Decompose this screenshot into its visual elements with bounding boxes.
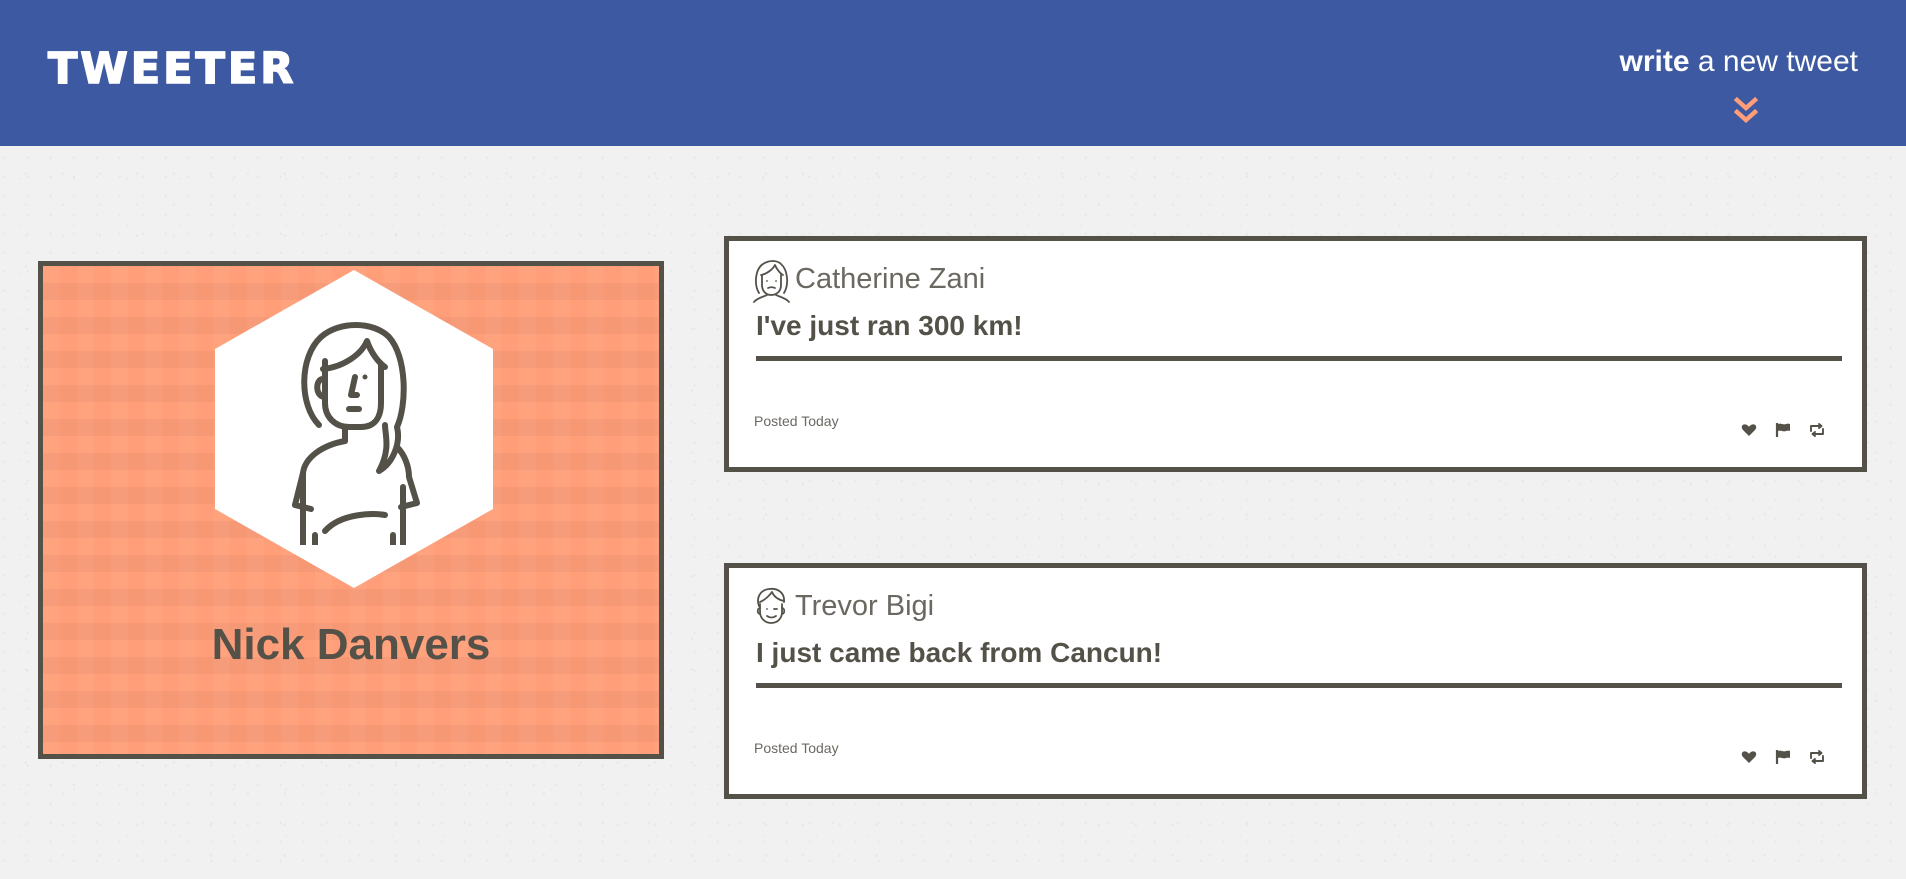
tweet-actions bbox=[1740, 421, 1826, 439]
tweet-author-name[interactable]: Catherine Zani bbox=[795, 260, 985, 298]
tweet-text: I just came back from Cancun! bbox=[756, 637, 1163, 668]
tweet-card: Trevor Bigi I just came back from Cancun… bbox=[724, 563, 1867, 799]
tweet-divider bbox=[756, 683, 1842, 688]
flag-icon[interactable] bbox=[1774, 421, 1792, 439]
profile-card: Nick Danvers bbox=[38, 261, 664, 759]
profile-avatar-container bbox=[215, 270, 493, 588]
tweet-timestamp: Posted Today bbox=[754, 740, 839, 756]
app-logo[interactable]: Tweeter bbox=[47, 43, 296, 95]
user-avatar-icon bbox=[292, 322, 420, 545]
tweet-divider bbox=[756, 356, 1842, 361]
tweet-card: Catherine Zani I've just ran 300 km! Pos… bbox=[724, 236, 1867, 472]
compose-label-strong: write bbox=[1619, 45, 1690, 78]
tweet-actions bbox=[1740, 748, 1826, 766]
tweet-text: I've just ran 300 km! bbox=[756, 310, 1023, 341]
woman-avatar-icon bbox=[753, 260, 790, 303]
top-navigation-bar: Tweeter write a new tweet bbox=[0, 0, 1906, 146]
heart-icon[interactable] bbox=[1740, 748, 1758, 766]
compose-tweet-toggle[interactable]: write a new tweet bbox=[1620, 42, 1858, 82]
double-chevron-down-icon[interactable] bbox=[1728, 96, 1764, 128]
compose-label-light: a new tweet bbox=[1697, 45, 1858, 78]
flag-icon[interactable] bbox=[1774, 748, 1792, 766]
profile-name: Nick Danvers bbox=[211, 620, 491, 669]
tweet-timestamp: Posted Today bbox=[754, 413, 839, 429]
tweet-author-name[interactable]: Trevor Bigi bbox=[795, 587, 934, 625]
man-avatar-icon bbox=[756, 587, 786, 624]
retweet-icon[interactable] bbox=[1808, 748, 1826, 766]
retweet-icon[interactable] bbox=[1808, 421, 1826, 439]
heart-icon[interactable] bbox=[1740, 421, 1758, 439]
